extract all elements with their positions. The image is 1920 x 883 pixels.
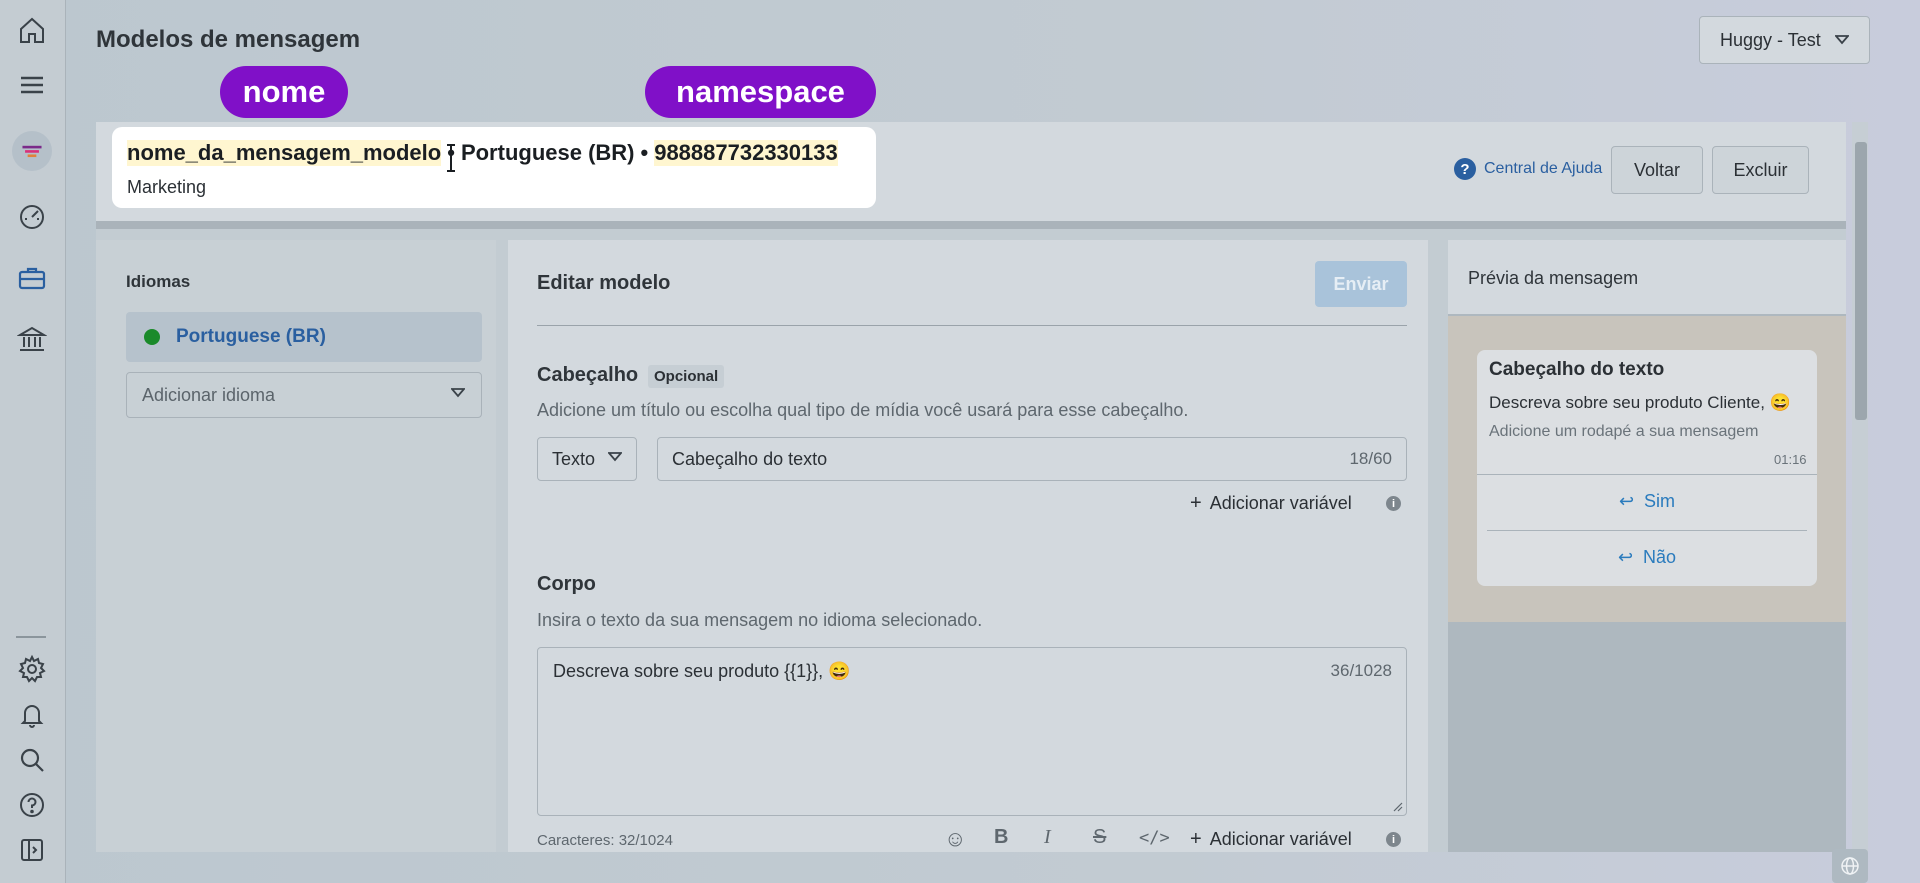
reply-icon: ↩ bbox=[1618, 491, 1635, 511]
header-section-description: Adicione um título ou escolha qual tipo … bbox=[537, 400, 1189, 420]
emoji-icon[interactable]: ☺ bbox=[944, 826, 966, 852]
template-identifier: nome_da_mensagem_modelo • Portuguese (BR… bbox=[127, 140, 838, 166]
header-char-counter: 18/60 bbox=[1349, 449, 1392, 468]
question-icon: ? bbox=[1454, 158, 1476, 180]
info-icon[interactable]: i bbox=[1386, 832, 1401, 847]
template-category: Marketing bbox=[127, 177, 207, 197]
reply-icon: ↩ bbox=[1617, 547, 1634, 567]
body-add-variable-button[interactable]: + Adicionar variável bbox=[1190, 828, 1352, 851]
bank-icon[interactable] bbox=[14, 321, 50, 357]
bubble-divider bbox=[1487, 530, 1807, 531]
brand-logo[interactable] bbox=[12, 131, 52, 171]
header-text-input[interactable]: Cabeçalho do texto 18/60 bbox=[657, 437, 1407, 481]
chevron-down-icon bbox=[608, 452, 622, 462]
editor-title: Editar modelo bbox=[537, 272, 671, 294]
optional-badge: Opcional bbox=[648, 365, 725, 388]
italic-icon[interactable]: I bbox=[1044, 826, 1051, 849]
separator: • bbox=[640, 140, 649, 165]
body-section-title: Corpo bbox=[537, 573, 596, 595]
template-header: nome_da_mensagem_modelo • Portuguese (BR… bbox=[96, 122, 1846, 229]
preview-time: 01:16 bbox=[1774, 452, 1807, 467]
online-status-icon bbox=[144, 329, 160, 345]
preview-title: Prévia da mensagem bbox=[1468, 268, 1639, 288]
bell-icon[interactable] bbox=[14, 697, 50, 733]
reply-label: Sim bbox=[1644, 491, 1676, 511]
add-language-select[interactable]: Adicionar idioma bbox=[126, 372, 482, 418]
send-button[interactable]: Enviar bbox=[1315, 261, 1407, 307]
bold-icon[interactable]: B bbox=[994, 826, 1008, 849]
help-center-link[interactable]: ? Central de Ajuda bbox=[1454, 158, 1602, 180]
header-section-title: Cabeçalho bbox=[537, 364, 639, 386]
home-icon[interactable] bbox=[14, 12, 50, 48]
delete-button[interactable]: Excluir bbox=[1712, 146, 1809, 194]
annotation-tag-namespace: namespace bbox=[645, 66, 876, 118]
language-item-portuguese[interactable]: Portuguese (BR) bbox=[126, 312, 482, 362]
search-icon[interactable] bbox=[14, 742, 50, 778]
annotation-tag-nome: nome bbox=[220, 66, 348, 118]
template-namespace: 988887732330133 bbox=[654, 140, 838, 166]
header-type-select[interactable]: Texto bbox=[537, 437, 637, 481]
language-label: Portuguese (BR) bbox=[176, 326, 326, 347]
body-text-value: Descreva sobre seu produto {{1}}, 😄 bbox=[553, 661, 851, 681]
globe-icon[interactable] bbox=[1832, 849, 1868, 883]
strikethrough-icon[interactable]: S bbox=[1093, 826, 1106, 849]
preview-footer-text: Adicione um rodapé a sua mensagem bbox=[1489, 423, 1759, 440]
help-icon[interactable] bbox=[14, 787, 50, 823]
body-textarea[interactable]: Descreva sobre seu produto {{1}}, 😄 36/1… bbox=[537, 647, 1407, 816]
template-info-card: nome_da_mensagem_modelo • Portuguese (BR… bbox=[112, 127, 876, 208]
dashboard-icon[interactable] bbox=[14, 198, 50, 234]
help-center-label: Central de Ajuda bbox=[1484, 160, 1603, 177]
bubble-divider bbox=[1477, 474, 1817, 475]
template-language: Portuguese (BR) bbox=[460, 140, 635, 165]
preview-header-text: Cabeçalho do texto bbox=[1489, 359, 1665, 380]
workspace-select[interactable]: Huggy - Test bbox=[1699, 16, 1870, 64]
reply-button-no[interactable]: ↩ Não bbox=[1477, 547, 1817, 568]
chevron-down-icon bbox=[1835, 35, 1849, 45]
back-button[interactable]: Voltar bbox=[1611, 146, 1703, 194]
code-icon[interactable]: </> bbox=[1139, 828, 1170, 848]
preview-body-text: Descreva sobre seu produto Cliente, 😄 bbox=[1489, 393, 1791, 412]
collapse-sidebar-icon[interactable] bbox=[14, 832, 50, 868]
body-char-count: Caracteres: 32/1024 bbox=[537, 832, 673, 849]
editor-divider bbox=[537, 325, 1407, 326]
body-section-description: Insira o texto da sua mensagem no idioma… bbox=[537, 610, 983, 630]
left-nav-rail bbox=[0, 0, 66, 883]
reply-label: Não bbox=[1643, 547, 1677, 567]
body-char-counter: 36/1028 bbox=[1330, 661, 1392, 680]
gear-icon[interactable] bbox=[14, 651, 50, 687]
workspace-label: Huggy - Test bbox=[1720, 29, 1821, 50]
rail-divider bbox=[16, 636, 46, 638]
plus-icon: + bbox=[1190, 492, 1202, 514]
chevron-down-icon bbox=[451, 388, 465, 398]
template-name: nome_da_mensagem_modelo bbox=[127, 140, 442, 166]
add-language-placeholder: Adicionar idioma bbox=[142, 384, 276, 405]
header-type-value: Texto bbox=[552, 448, 596, 469]
add-variable-label: Adicionar variável bbox=[1209, 829, 1352, 849]
page-title: Modelos de mensagem bbox=[96, 26, 361, 53]
briefcase-icon[interactable] bbox=[14, 260, 50, 296]
plus-icon: + bbox=[1190, 828, 1202, 850]
add-variable-label: Adicionar variável bbox=[1209, 493, 1352, 513]
languages-title: Idiomas bbox=[126, 272, 191, 291]
header-add-variable-button[interactable]: + Adicionar variável bbox=[1190, 492, 1352, 515]
header-text-value: Cabeçalho do texto bbox=[672, 448, 828, 469]
resize-handle-icon[interactable] bbox=[1393, 802, 1403, 812]
reply-button-yes[interactable]: ↩ Sim bbox=[1477, 491, 1817, 512]
scrollbar-thumb[interactable] bbox=[1855, 142, 1867, 420]
info-icon[interactable]: i bbox=[1386, 496, 1401, 511]
menu-icon[interactable] bbox=[14, 67, 50, 103]
text-cursor-icon bbox=[447, 144, 455, 172]
